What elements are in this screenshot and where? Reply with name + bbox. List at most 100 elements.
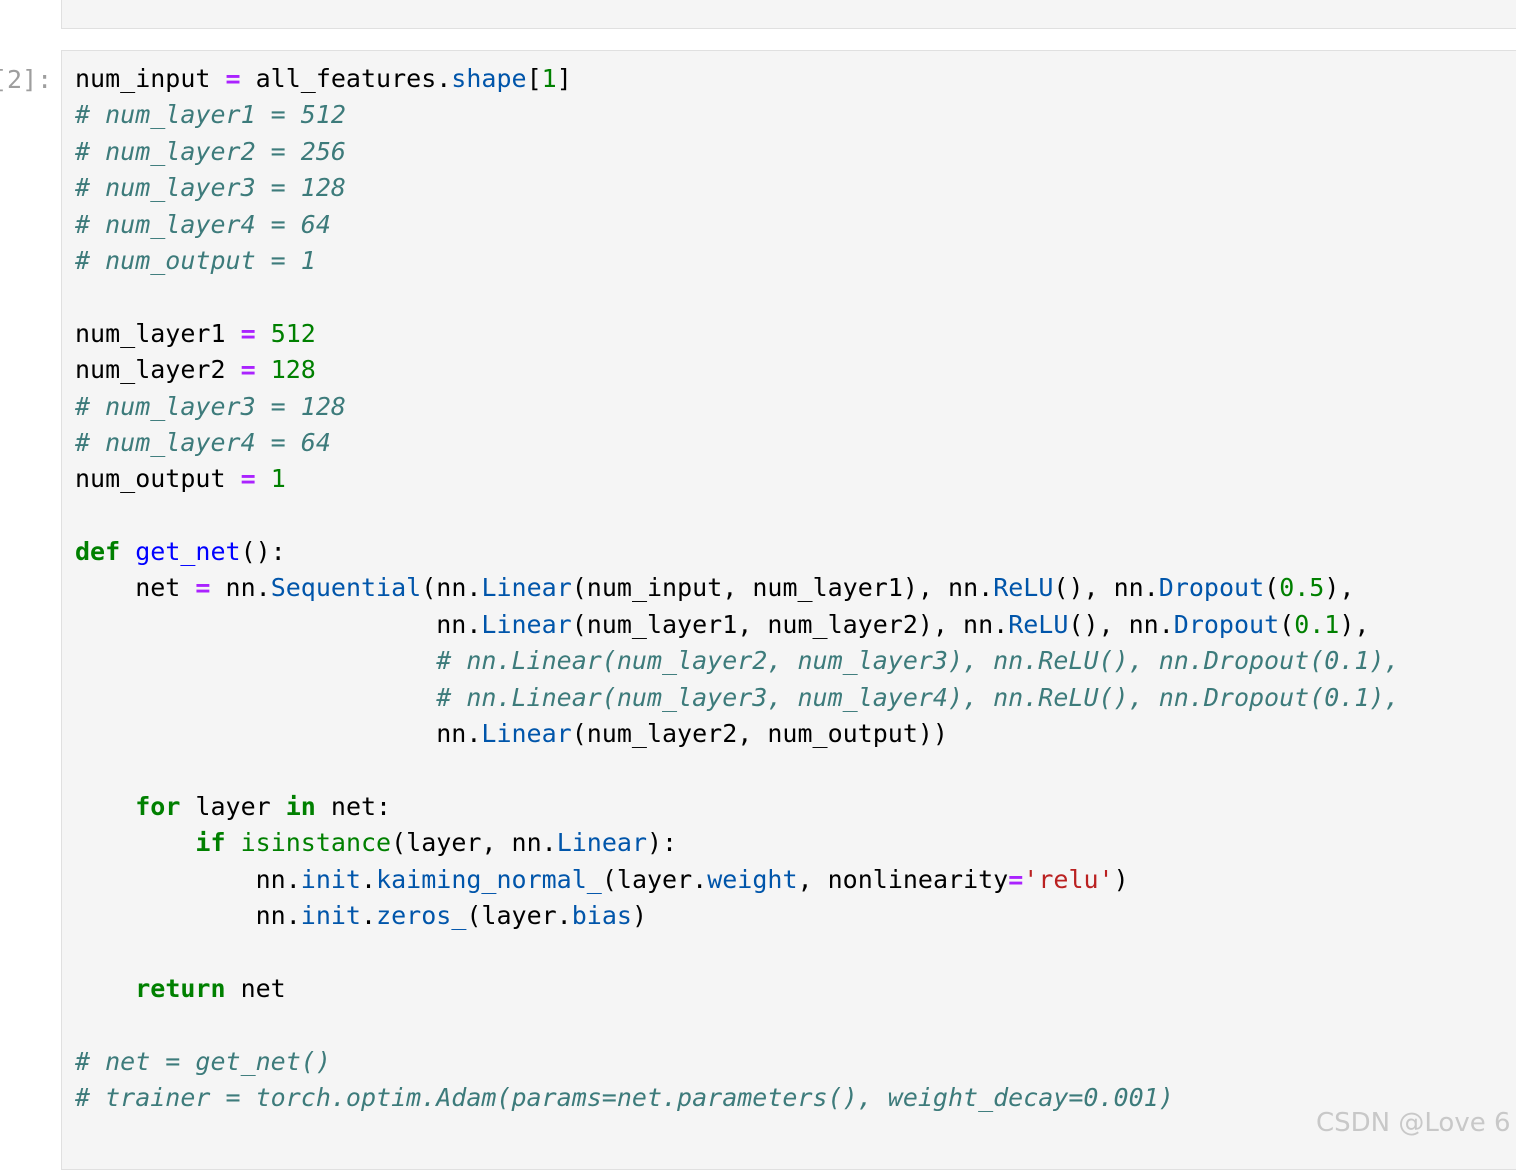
code-token: # net = get_net(): [75, 1047, 331, 1076]
code-token: =: [241, 355, 256, 384]
code-token: 1: [542, 64, 557, 93]
code-token: ): [1114, 865, 1129, 894]
code-token: (layer.: [602, 865, 707, 894]
code-token: get_net: [135, 537, 240, 566]
code-line: # num_layer4 = 64: [75, 425, 1400, 461]
code-token: num_layer2: [75, 355, 241, 384]
code-line: [75, 1007, 1400, 1043]
code-line: return net: [75, 971, 1400, 1007]
code-token: ReLU: [1008, 610, 1068, 639]
code-line: num_layer2 = 128: [75, 352, 1400, 388]
code-token: , nonlinearity: [798, 865, 1009, 894]
code-token: (: [1279, 610, 1294, 639]
code-token: (num_layer2, num_output)): [572, 719, 948, 748]
code-line: nn.init.kaiming_normal_(layer.weight, no…: [75, 862, 1400, 898]
code-token: nn.: [75, 865, 301, 894]
code-token: # nn.Linear(num_layer2, num_layer3), nn.…: [436, 646, 1399, 675]
code-token: (num_layer1, num_layer2), nn.: [572, 610, 1009, 639]
code-token: [256, 319, 271, 348]
code-token: (nn.: [421, 573, 481, 602]
code-token: [75, 828, 195, 857]
code-editor[interactable]: num_input = all_features.shape[1] # num_l…: [75, 61, 1400, 1116]
code-token: 0.5: [1279, 573, 1324, 602]
code-token: Linear: [481, 719, 571, 748]
code-token: [: [527, 64, 542, 93]
code-token: # nn.Linear(num_layer3, num_layer4), nn.…: [436, 683, 1399, 712]
code-token: (), nn.: [1053, 573, 1158, 602]
code-token: (: [1264, 573, 1279, 602]
code-token: (layer, nn.: [391, 828, 557, 857]
code-token: (layer.: [466, 901, 571, 930]
code-token: [256, 355, 271, 384]
previous-code-cell[interactable]: all_base_cols = sorted(set(original_cols…: [61, 0, 1516, 29]
code-line: # num_layer2 = 256: [75, 134, 1400, 170]
code-line: num_layer1 = 512: [75, 316, 1400, 352]
code-line: # net = get_net(): [75, 1044, 1400, 1080]
code-line: # num_layer3 = 128: [75, 389, 1400, 425]
code-line: [75, 934, 1400, 970]
code-token: layer: [180, 792, 285, 821]
code-token: .: [361, 865, 376, 894]
code-line: num_input = all_features.shape[1]: [75, 61, 1400, 97]
code-token: init: [301, 901, 361, 930]
code-token: Dropout: [1174, 610, 1279, 639]
code-token: 'relu': [1023, 865, 1113, 894]
code-token: Linear: [481, 573, 571, 602]
code-token: =: [195, 573, 210, 602]
code-token: .: [361, 901, 376, 930]
code-token: 128: [271, 355, 316, 384]
code-line: [75, 279, 1400, 315]
code-token: net:: [316, 792, 391, 821]
cell-execution-prompt: [2]:: [0, 62, 52, 98]
code-line: [75, 498, 1400, 534]
code-token: if: [195, 828, 225, 857]
code-token: [226, 828, 241, 857]
code-token: net: [226, 974, 286, 1003]
code-token: nn.: [210, 573, 270, 602]
code-token: # num_layer3 = 128: [75, 173, 346, 202]
code-line: num_output = 1: [75, 461, 1400, 497]
code-token: =: [226, 64, 241, 93]
code-token: # num_layer4 = 64: [75, 428, 331, 457]
code-token: net: [75, 573, 195, 602]
code-token: isinstance: [241, 828, 392, 857]
code-token: ):: [647, 828, 677, 857]
code-token: Dropout: [1159, 573, 1264, 602]
watermark: CSDN @Love 6: [1316, 1108, 1511, 1138]
code-token: [75, 792, 135, 821]
code-token: # num_layer2 = 256: [75, 137, 346, 166]
code-token: Sequential: [271, 573, 422, 602]
code-token: Linear: [481, 610, 571, 639]
code-token: Linear: [557, 828, 647, 857]
code-token: 1: [271, 464, 286, 493]
code-line: if isinstance(layer, nn.Linear):: [75, 825, 1400, 861]
code-line: for layer in net:: [75, 789, 1400, 825]
code-token: =: [1008, 865, 1023, 894]
code-token: 0.1: [1294, 610, 1339, 639]
code-token: [75, 646, 436, 675]
code-line: # trainer = torch.optim.Adam(params=net.…: [75, 1080, 1400, 1116]
code-token: nn.: [75, 719, 481, 748]
code-token: (num_input, num_layer1), nn.: [572, 573, 993, 602]
code-token: # num_output = 1: [75, 246, 316, 275]
code-line: # num_layer3 = 128: [75, 170, 1400, 206]
code-token: 512: [271, 319, 316, 348]
code-token: ),: [1339, 610, 1369, 639]
code-token: [75, 683, 436, 712]
code-token: =: [241, 464, 256, 493]
code-line: def get_net():: [75, 534, 1400, 570]
code-token: init: [301, 865, 361, 894]
code-token: kaiming_normal_: [376, 865, 602, 894]
code-line: [75, 752, 1400, 788]
code-token: all_features.: [241, 64, 452, 93]
code-line: net = nn.Sequential(nn.Linear(num_input,…: [75, 570, 1400, 606]
code-cell[interactable]: num_input = all_features.shape[1] # num_l…: [61, 50, 1516, 1170]
code-line: # num_layer4 = 64: [75, 207, 1400, 243]
code-token: nn.: [75, 610, 481, 639]
code-token: weight: [707, 865, 797, 894]
code-token: in: [286, 792, 316, 821]
code-line: nn.Linear(num_layer1, num_layer2), nn.Re…: [75, 607, 1400, 643]
code-token: # num_layer4 = 64: [75, 210, 331, 239]
code-token: zeros_: [376, 901, 466, 930]
code-token: ReLU: [993, 573, 1053, 602]
